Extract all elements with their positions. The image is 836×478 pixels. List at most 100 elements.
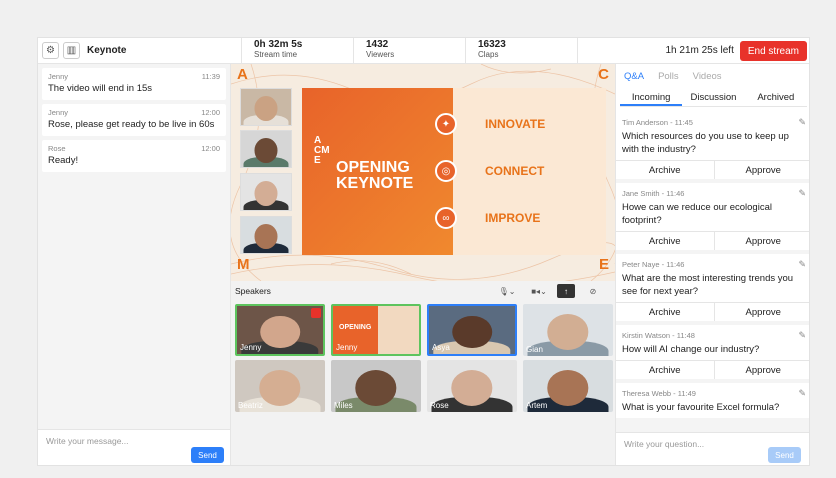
message-text: Ready! [48,155,79,166]
stream-controls: 1h 21m 25s left End stream [578,38,809,63]
question-card: Jane Smith - 11:46 ✎ Howe can we reduce … [616,183,810,250]
stat-value: 0h 32m 5s [254,39,303,50]
question-send-button[interactable]: Send [768,447,801,463]
stat-value: 16323 [478,39,506,50]
corner-letter: M [237,256,250,273]
stats-chart-icon[interactable]: ▥ [63,42,80,59]
approve-button[interactable]: Approve [715,303,810,321]
link-icon[interactable]: ⊘ [579,284,607,298]
slide-title-panel: A CM E OPENING KEYNOTE [302,88,453,255]
media-controls: 🎙︎⌄ ■◂⌄ ↑ ⊘ [489,284,607,298]
question-time: 11:46 [666,260,685,269]
speaker-name: Gian [526,345,543,354]
message-author: Rose [48,144,66,153]
message-author: Jenny [48,72,69,81]
speaker-name: Beatriz [238,401,263,410]
speaker-tile[interactable]: Asya [427,304,517,356]
message-time: 12:00 [201,108,220,117]
question-card: Tim Anderson - 11:45 ✎ Which resources d… [616,112,810,179]
tab-polls[interactable]: Polls [658,71,679,85]
chat-input[interactable]: Write your message... Send [38,429,230,465]
archive-button[interactable]: Archive [616,232,715,250]
edit-icon[interactable]: ✎ [798,259,806,270]
question-text: Which resources do you use to keep up wi… [622,131,789,155]
infinity-icon: ∞ [435,207,457,229]
camera-icon[interactable]: ■◂⌄ [525,284,553,298]
stat-label: Claps [478,50,499,59]
stage-area: A C M E A CM E OPENING KEYNOTE ✦ INNOVAT… [231,64,615,465]
subtab-archived[interactable]: Archived [745,88,807,106]
tab-qa[interactable]: Q&A [624,71,644,85]
archive-button[interactable]: Archive [616,361,715,379]
speaker-tile[interactable]: Rose [427,360,517,412]
speaker-tile[interactable]: Beatriz [235,360,325,412]
edit-icon[interactable]: ✎ [798,330,806,341]
top-bar: ⚙ ▥ Keynote 0h 32m 5s Stream time 1432 V… [38,38,809,64]
stage-speaker-thumb [240,88,292,126]
corner-letter: C [598,66,609,83]
message-text: The video will end in 15s [48,83,153,94]
question-text: What are the most interesting trends you… [622,273,794,297]
question-time: 11:48 [676,331,695,340]
slide-point: ◎ CONNECT [435,160,544,182]
speaker-name: Asya [432,343,450,352]
stage-preview: A C M E A CM E OPENING KEYNOTE ✦ INNOVAT… [231,64,615,281]
speaker-tile[interactable]: Gian [523,304,613,356]
stat-label: Viewers [366,50,395,59]
corner-letter: E [598,256,609,273]
question-author: Kirstin Watson [622,331,671,340]
stat-value: 1432 [366,39,389,50]
archive-button[interactable]: Archive [616,161,715,179]
stat-viewers: 1432 Viewers [354,38,466,63]
approve-button[interactable]: Approve [715,232,810,250]
app-window: ⚙ ▥ Keynote 0h 32m 5s Stream time 1432 V… [37,37,810,466]
speaker-name: Artem [526,401,548,410]
point-text: IMPROVE [485,211,541,225]
settings-gear-icon[interactable]: ⚙ [42,42,59,59]
stat-stream-time: 0h 32m 5s Stream time [242,38,354,63]
question-placeholder: Write your question... [624,439,705,449]
lightbulb-icon: ✦ [435,113,457,135]
speaker-name: Rose [430,401,449,410]
approve-button[interactable]: Approve [715,361,810,379]
question-input[interactable]: Write your question... Send [616,432,809,465]
speaker-tile[interactable]: Jenny [235,304,325,356]
question-author: Jane Smith [622,189,660,198]
speaker-tile[interactable]: OPENING Jenny [331,304,421,356]
qa-subtabs: Incoming Discussion Archived [620,88,807,107]
point-text: CONNECT [485,164,545,178]
chat-message: Rose 12:00 Ready! [42,140,226,172]
title-area: ⚙ ▥ Keynote [38,38,242,63]
chat-panel: Jenny 11:39 The video will end in 15s Jen… [38,64,231,465]
share-screen-icon[interactable]: ↑ [557,284,575,298]
edit-icon[interactable]: ✎ [798,117,806,128]
subtab-incoming[interactable]: Incoming [620,88,683,106]
archive-button[interactable]: Archive [616,303,715,321]
slide-points-panel: ✦ INNOVATE ◎ CONNECT ∞ IMPROVE [435,88,606,255]
question-card: Theresa Webb - 11:49 ✎ What is your favo… [616,383,809,418]
tab-videos[interactable]: Videos [693,71,722,85]
speaker-tile[interactable]: Miles [331,360,421,412]
app-title: Keynote [87,45,127,56]
edit-icon[interactable]: ✎ [798,188,806,199]
keynote-slide: A CM E OPENING KEYNOTE ✦ INNOVATE ◎ CONN… [302,88,606,255]
stat-label: Stream time [254,50,298,59]
speaker-tile[interactable]: Artem [523,360,613,412]
mic-muted-icon [311,308,321,318]
question-text: What is your favourite Excel formula? [622,402,780,413]
question-author: Tim Anderson [622,118,668,127]
question-text: How will AI change our industry? [622,344,760,355]
qa-tabs: Q&A Polls Videos [616,64,809,85]
end-stream-button[interactable]: End stream [739,40,807,61]
edit-icon[interactable]: ✎ [798,388,806,399]
approve-button[interactable]: Approve [715,161,810,179]
question-author: Theresa Webb [622,389,672,398]
qa-panel: Q&A Polls Videos Incoming Discussion Arc… [615,64,810,465]
stage-speaker-thumb [240,130,292,168]
subtab-discussion[interactable]: Discussion [682,88,744,106]
question-card: Kirstin Watson - 11:48 ✎ How will AI cha… [616,325,810,379]
microphone-icon[interactable]: 🎙︎⌄ [493,284,521,298]
speaker-name: Jenny [336,343,358,352]
acme-logo: A CM E [314,135,330,166]
chat-send-button[interactable]: Send [191,447,224,463]
